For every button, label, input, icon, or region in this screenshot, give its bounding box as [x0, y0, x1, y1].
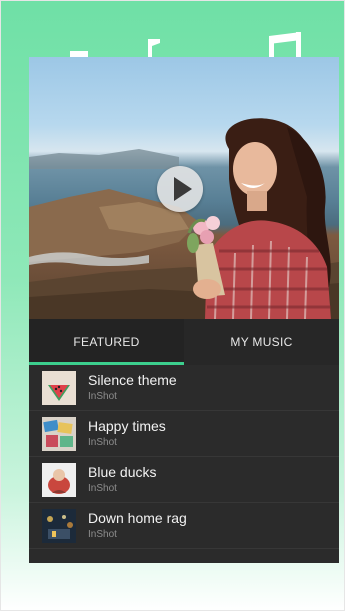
- track-artist: InShot: [88, 437, 117, 448]
- tab-my-music[interactable]: MY MUSIC: [184, 319, 339, 365]
- track-row[interactable]: Silence theme InShot: [29, 365, 339, 411]
- track-list: Silence theme InShot Happy times InShot: [29, 365, 339, 549]
- play-icon: [173, 177, 192, 201]
- hero-image: [29, 57, 339, 319]
- track-thumbnail: [42, 416, 76, 451]
- track-thumbnail: [42, 370, 76, 405]
- music-panel: FEATURED MY MUSIC Silence theme InShot H…: [29, 57, 339, 563]
- track-title: Blue ducks: [88, 464, 157, 480]
- play-button[interactable]: [157, 166, 203, 212]
- track-title: Happy times: [88, 418, 166, 434]
- track-row[interactable]: Happy times InShot: [29, 411, 339, 457]
- track-thumbnail: [42, 508, 76, 543]
- track-title: Silence theme: [88, 372, 177, 388]
- tab-my-music-label: MY MUSIC: [230, 335, 293, 349]
- track-thumbnail: [42, 462, 76, 497]
- track-artist: InShot: [88, 529, 117, 540]
- track-title: Down home rag: [88, 510, 187, 526]
- track-row[interactable]: Down home rag InShot: [29, 503, 339, 549]
- track-artist: InShot: [88, 391, 117, 402]
- tab-featured-label: FEATURED: [73, 335, 140, 349]
- tab-featured[interactable]: FEATURED: [29, 319, 184, 365]
- tab-bar: FEATURED MY MUSIC: [29, 319, 339, 365]
- track-row[interactable]: Blue ducks InShot: [29, 457, 339, 503]
- track-artist: InShot: [88, 483, 117, 494]
